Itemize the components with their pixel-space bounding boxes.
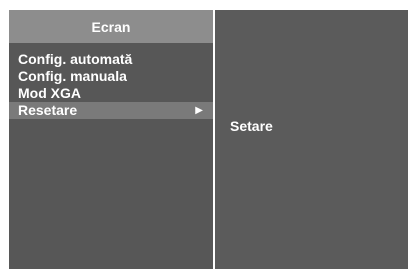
menu-item-auto-config[interactable]: Config. automată bbox=[9, 51, 213, 68]
submenu-panel: Setare bbox=[215, 10, 408, 269]
menu-item-reset[interactable]: Resetare ▶ bbox=[9, 102, 213, 119]
menu-list: Config. automată Config. manuala Mod XGA… bbox=[9, 51, 213, 119]
menu-title: Ecran bbox=[9, 10, 213, 43]
menu-item-reset-label: Resetare bbox=[18, 102, 78, 118]
screen-settings-menu: Ecran Config. automată Config. manuala M… bbox=[9, 10, 408, 269]
right-arrow-icon: ▶ bbox=[195, 105, 203, 116]
menu-item-manual-config[interactable]: Config. manuala bbox=[9, 68, 213, 85]
submenu-item-setare[interactable]: Setare bbox=[230, 118, 273, 134]
main-menu-panel: Ecran Config. automată Config. manuala M… bbox=[9, 10, 213, 269]
menu-item-xga-mode[interactable]: Mod XGA bbox=[9, 85, 213, 102]
